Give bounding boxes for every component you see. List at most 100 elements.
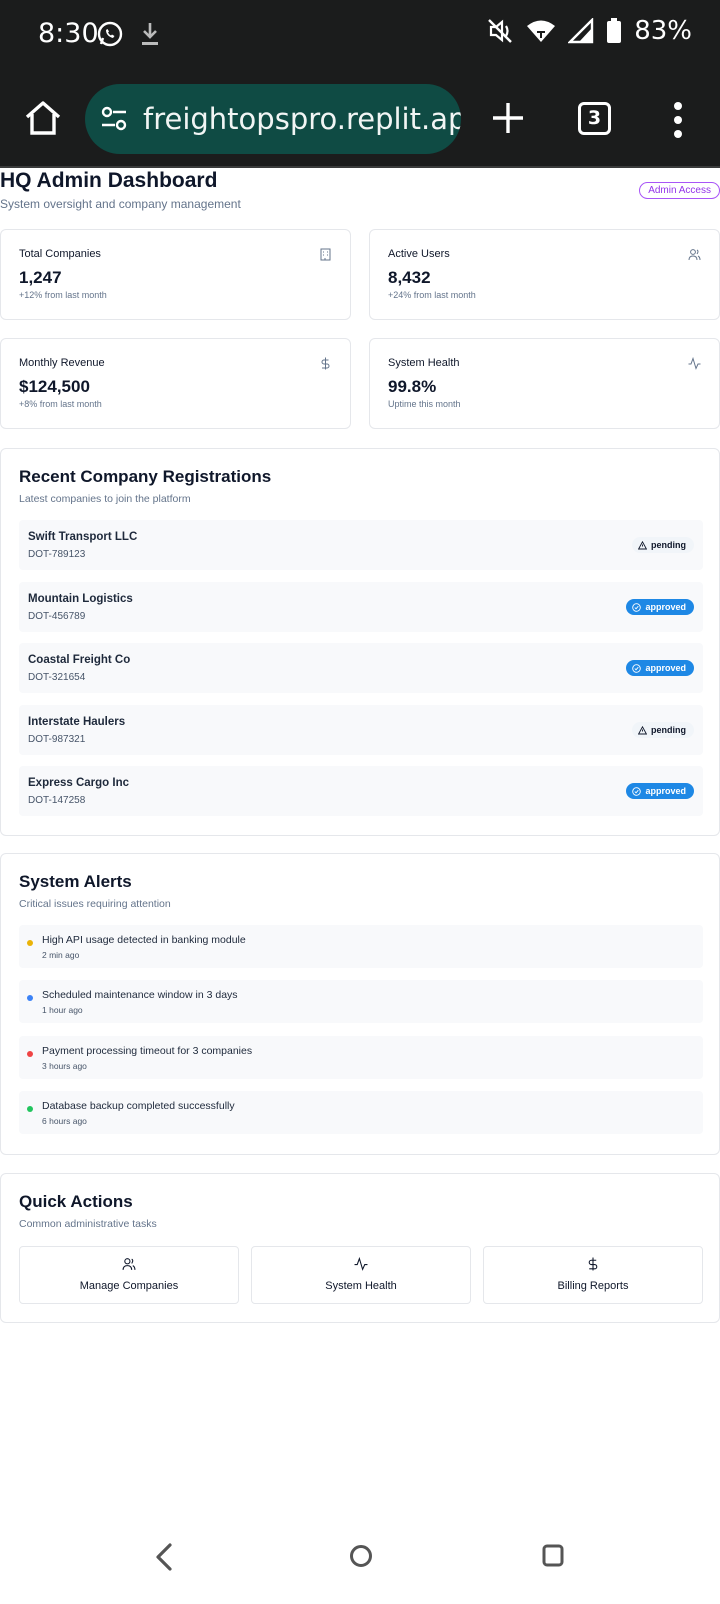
status-time: 8:30 (38, 18, 99, 49)
section-title: System Alerts (19, 872, 132, 891)
status-label: approved (645, 663, 686, 673)
url-text: freightopspro.replit.app/ (143, 102, 461, 136)
stat-label: Active Users (388, 248, 450, 260)
company-dot-number: DOT-147258 (28, 795, 86, 806)
check-circle-icon (632, 786, 642, 796)
home-icon[interactable] (22, 97, 64, 139)
stat-note: +8% from last month (19, 399, 102, 409)
mute-icon (488, 19, 513, 43)
browser-toolbar: freightopspro.replit.app/ 3 (0, 70, 720, 168)
page-subtitle: System oversight and company management (0, 197, 241, 211)
status-label: approved (645, 602, 686, 612)
stat-value: $124,500 (19, 377, 90, 396)
warning-icon (638, 540, 647, 549)
alert-row[interactable]: Database backup completed successfully 6… (19, 1091, 703, 1134)
page-header: HQ Admin Dashboard System oversight and … (0, 168, 720, 224)
alert-severity-dot (27, 1051, 33, 1057)
quick-actions-card: Quick Actions Common administrative task… (0, 1173, 720, 1323)
section-subtitle: Critical issues requiring attention (19, 898, 171, 910)
stat-note: +12% from last month (19, 290, 107, 300)
users-icon (122, 1258, 136, 1270)
status-label: approved (645, 786, 686, 796)
section-title: Quick Actions (19, 1192, 133, 1211)
wifi-icon (527, 20, 556, 42)
button-label: Manage Companies (79, 1280, 179, 1292)
battery-level: 83% (634, 16, 692, 46)
check-circle-icon (632, 602, 642, 612)
status-badge: approved (626, 660, 694, 676)
button-label: Billing Reports (557, 1280, 629, 1292)
section-subtitle: Latest companies to join the platform (19, 493, 191, 505)
alert-time: 6 hours ago (42, 1116, 87, 1126)
page-title: HQ Admin Dashboard (0, 169, 218, 192)
check-circle-icon (632, 663, 642, 673)
company-name: Mountain Logistics (28, 593, 133, 605)
recents-icon[interactable] (541, 1543, 565, 1569)
section-subtitle: Common administrative tasks (19, 1218, 157, 1230)
section-title: Recent Company Registrations (19, 467, 272, 486)
dashboard-page: HQ Admin Dashboard System oversight and … (0, 168, 720, 1323)
company-name: Interstate Haulers (28, 716, 126, 728)
alert-time: 1 hour ago (42, 1005, 83, 1015)
company-name: Coastal Freight Co (28, 654, 131, 666)
alert-message: Scheduled maintenance window in 3 days (42, 989, 238, 1001)
back-icon[interactable] (152, 1542, 176, 1572)
dollar-icon (321, 357, 330, 370)
stat-value: 1,247 (19, 268, 62, 287)
stat-card-system-health: System Health 99.8% Uptime this month (369, 338, 720, 429)
system-health-button[interactable]: System Health (251, 1246, 471, 1304)
alert-row[interactable]: High API usage detected in banking modul… (19, 925, 703, 968)
alert-message: Database backup completed successfully (42, 1100, 235, 1112)
system-navigation-bar (0, 1530, 720, 1590)
company-row[interactable]: Mountain Logistics DOT-456789 approved (19, 582, 703, 632)
company-row[interactable]: Swift Transport LLC DOT-789123 pending (19, 520, 703, 570)
company-row[interactable]: Coastal Freight Co DOT-321654 approved (19, 643, 703, 693)
activity-icon (688, 357, 701, 370)
users-icon (688, 249, 701, 261)
company-dot-number: DOT-789123 (28, 549, 86, 560)
alert-severity-dot (27, 1106, 33, 1112)
address-bar[interactable]: freightopspro.replit.app/ (85, 84, 461, 154)
manage-companies-button[interactable]: Manage Companies (19, 1246, 239, 1304)
stat-card-active-users: Active Users 8,432 +24% from last month (369, 229, 720, 320)
tab-switcher-button[interactable]: 3 (578, 102, 611, 135)
stat-label: System Health (388, 357, 460, 369)
company-row[interactable]: Express Cargo Inc DOT-147258 approved (19, 766, 703, 816)
whatsapp-icon (97, 21, 123, 47)
new-tab-icon[interactable] (488, 98, 528, 138)
status-badge: approved (626, 783, 694, 799)
billing-reports-button[interactable]: Billing Reports (483, 1246, 703, 1304)
button-label: System Health (325, 1280, 397, 1292)
company-dot-number: DOT-321654 (28, 672, 86, 683)
stat-card-total-companies: Total Companies 1,247 +12% from last mon… (0, 229, 351, 320)
stat-label: Monthly Revenue (19, 357, 105, 369)
more-menu-icon[interactable] (668, 100, 688, 140)
site-settings-icon[interactable] (99, 104, 129, 134)
status-badge: pending (632, 537, 694, 553)
home-nav-icon[interactable] (348, 1543, 374, 1569)
status-label: pending (651, 725, 686, 735)
company-name: Express Cargo Inc (28, 777, 129, 789)
alert-row[interactable]: Scheduled maintenance window in 3 days 1… (19, 980, 703, 1023)
company-name: Swift Transport LLC (28, 531, 138, 543)
building-icon (320, 248, 331, 261)
stat-card-monthly-revenue: Monthly Revenue $124,500 +8% from last m… (0, 338, 351, 429)
alert-severity-dot (27, 995, 33, 1001)
stat-label: Total Companies (19, 248, 101, 260)
dollar-icon (588, 1257, 598, 1271)
admin-access-badge: Admin Access (639, 182, 720, 199)
warning-icon (638, 725, 647, 734)
company-row[interactable]: Interstate Haulers DOT-987321 pending (19, 705, 703, 755)
download-icon (142, 23, 158, 45)
alert-row[interactable]: Payment processing timeout for 3 compani… (19, 1036, 703, 1079)
status-bar: 8:30 83% (0, 0, 720, 70)
alert-message: Payment processing timeout for 3 compani… (42, 1045, 253, 1057)
alert-severity-dot (27, 940, 33, 946)
system-alerts-card: System Alerts Critical issues requiring … (0, 853, 720, 1155)
status-label: pending (651, 540, 686, 550)
stat-value: 8,432 (388, 268, 431, 287)
company-dot-number: DOT-456789 (28, 611, 86, 622)
status-badge: pending (632, 722, 694, 738)
company-dot-number: DOT-987321 (28, 734, 86, 745)
stat-note: Uptime this month (388, 399, 461, 409)
